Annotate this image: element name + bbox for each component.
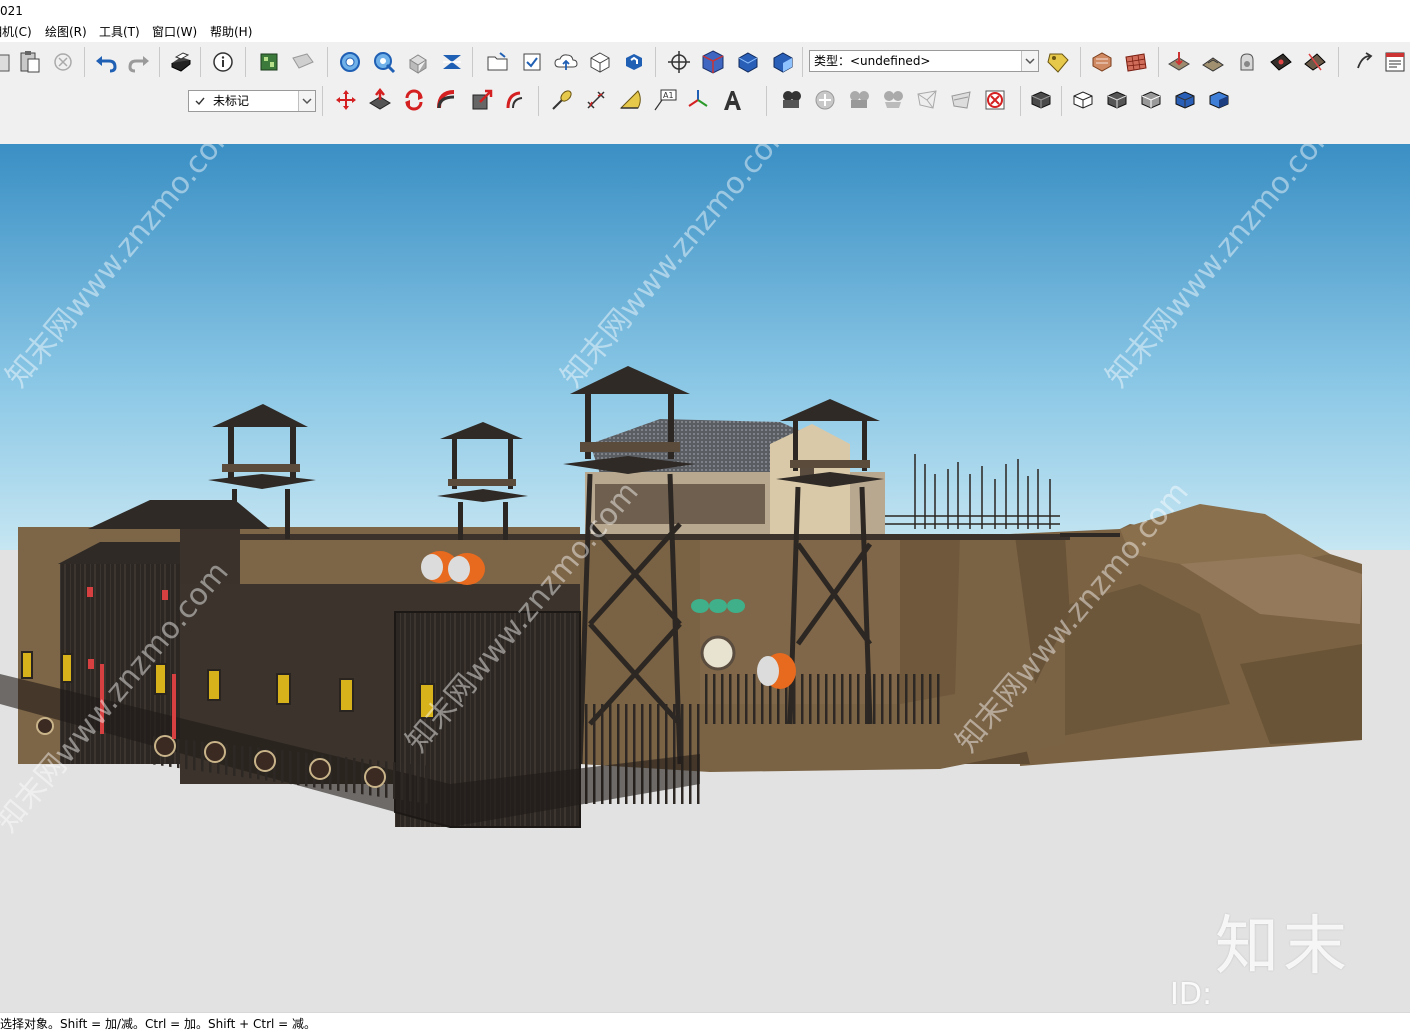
bridge <box>1060 533 1120 537</box>
toolbar-separator <box>1338 47 1339 77</box>
status-bar: 选择对象。Shift = 加/减。Ctrl = 加。Shift + Ctrl =… <box>0 1012 1410 1036</box>
chevron-down-icon[interactable] <box>298 91 315 111</box>
toolbar-separator <box>538 86 539 116</box>
protractor-icon[interactable] <box>617 87 643 113</box>
menu-camera[interactable]: 相机(C) <box>0 22 32 42</box>
window-title: 021 <box>0 4 23 18</box>
rotate-icon[interactable] <box>401 87 427 113</box>
paste-clipboard-icon[interactable] <box>17 49 43 75</box>
cloud-upload-icon[interactable] <box>553 49 579 75</box>
front-view-icon[interactable] <box>735 49 761 75</box>
print-icon[interactable] <box>168 49 194 75</box>
chevron-down-icon[interactable] <box>1021 51 1038 71</box>
upper-walkway <box>200 534 1070 540</box>
toolbar-separator <box>1020 86 1021 116</box>
menu-window[interactable]: 窗口(W) <box>152 22 197 42</box>
extension-icon[interactable] <box>621 49 647 75</box>
checkmark-icon <box>195 97 205 106</box>
watermark-id: ID: 1172330868 <box>1170 977 1213 1012</box>
layout-icon[interactable] <box>1382 49 1408 75</box>
toolbar-separator <box>200 47 201 77</box>
toolbar-separator <box>159 47 160 77</box>
sandbox-from-scratch-icon[interactable] <box>1200 49 1226 75</box>
erase-icon[interactable] <box>50 49 76 75</box>
camera-zoom-icon[interactable] <box>846 87 872 113</box>
next-view-icon[interactable] <box>982 87 1008 113</box>
camera-orbit-icon[interactable] <box>778 87 804 113</box>
scale-icon[interactable] <box>469 87 495 113</box>
tag-combo[interactable]: 未标记 <box>188 90 316 112</box>
box-view-2-icon[interactable] <box>1104 87 1130 113</box>
camera-pan-icon[interactable] <box>812 87 838 113</box>
watermark-logo: 知末 <box>1215 910 1351 984</box>
box-view-4-icon[interactable] <box>1172 87 1198 113</box>
menu-bar: 相机(C) 绘图(R) 工具(T) 窗口(W) 帮助(H) <box>0 22 1410 42</box>
toolbar-row-2: 未标记 A1 <box>0 82 1410 120</box>
checkbox-icon[interactable] <box>519 49 545 75</box>
texture-grid-icon[interactable] <box>1123 49 1149 75</box>
position-camera-icon[interactable] <box>666 49 692 75</box>
title-bar: 021 <box>0 0 1410 22</box>
toolbar-row-1: 类型：<undefined> <box>0 42 1410 82</box>
instance-tag-icon[interactable] <box>1045 49 1071 75</box>
move-icon[interactable] <box>333 87 359 113</box>
toolbar-separator <box>655 47 656 77</box>
offset-icon[interactable] <box>503 87 529 113</box>
undo-icon[interactable] <box>93 49 119 75</box>
zoom-extents-icon[interactable] <box>914 87 940 113</box>
toolbar-separator <box>245 47 246 77</box>
box-view-5-icon[interactable] <box>1206 87 1232 113</box>
intersect-icon[interactable] <box>405 49 431 75</box>
tape-measure-icon[interactable] <box>549 87 575 113</box>
box-view-1-icon[interactable] <box>1070 87 1096 113</box>
menu-draw[interactable]: 绘图(R) <box>45 22 87 42</box>
toolbar-spacer <box>0 120 1410 145</box>
model-viewport[interactable]: 知末网www.znzmo.com 知末网www.znzmo.com 知末网www… <box>0 144 1410 1012</box>
push-pull-icon[interactable] <box>367 87 393 113</box>
toolbar-separator <box>802 47 803 77</box>
text-icon[interactable]: A1 <box>652 87 678 113</box>
toolbar-separator <box>327 47 328 77</box>
toolbar-separator <box>1080 47 1081 77</box>
subtract-icon[interactable] <box>439 49 465 75</box>
toolbar-separator <box>84 47 85 77</box>
type-combo[interactable]: 类型：<undefined> <box>809 50 1039 72</box>
dimension-icon[interactable] <box>583 87 609 113</box>
model-info-icon[interactable] <box>210 49 236 75</box>
axes-icon[interactable] <box>685 87 711 113</box>
model-scene: 知末网www.znzmo.com 知末网www.znzmo.com 知末网www… <box>0 144 1410 1012</box>
follow-me-icon[interactable] <box>435 87 461 113</box>
sandbox-from-contours-icon[interactable] <box>1166 49 1192 75</box>
toolbar-separator <box>322 86 323 116</box>
smoove-icon[interactable] <box>1234 49 1260 75</box>
green-ornaments <box>691 599 745 613</box>
material-icon[interactable] <box>1089 49 1115 75</box>
solid-cube-icon[interactable] <box>700 49 726 75</box>
open-file-icon[interactable] <box>485 49 511 75</box>
outer-shell-icon[interactable] <box>337 49 363 75</box>
section-plane-icon[interactable] <box>1028 87 1054 113</box>
3d-warehouse-icon[interactable] <box>587 49 613 75</box>
toolbar-separator <box>472 47 473 77</box>
solid-tools-icon[interactable] <box>371 49 397 75</box>
drape-icon[interactable] <box>1302 49 1328 75</box>
styles-icon[interactable] <box>290 49 316 75</box>
toolbar-separator <box>1158 47 1159 77</box>
menu-tools[interactable]: 工具(T) <box>99 22 140 42</box>
stamp-icon[interactable] <box>1268 49 1294 75</box>
svg-text:A1: A1 <box>663 91 674 100</box>
redo-icon[interactable] <box>126 49 152 75</box>
components-icon[interactable] <box>256 49 282 75</box>
box-view-3-icon[interactable] <box>1138 87 1164 113</box>
toolbar-separator <box>1061 86 1062 116</box>
walk-icon[interactable] <box>1351 49 1377 75</box>
3d-text-icon[interactable] <box>719 87 745 113</box>
previous-view-icon[interactable] <box>948 87 974 113</box>
paste-icon[interactable] <box>0 49 16 75</box>
zoom-window-icon[interactable] <box>880 87 906 113</box>
toolbar-separator <box>766 86 767 116</box>
back-view-icon[interactable] <box>770 49 796 75</box>
menu-help[interactable]: 帮助(H) <box>210 22 252 42</box>
status-text: 选择对象。Shift = 加/减。Ctrl = 加。Shift + Ctrl =… <box>0 1017 317 1031</box>
